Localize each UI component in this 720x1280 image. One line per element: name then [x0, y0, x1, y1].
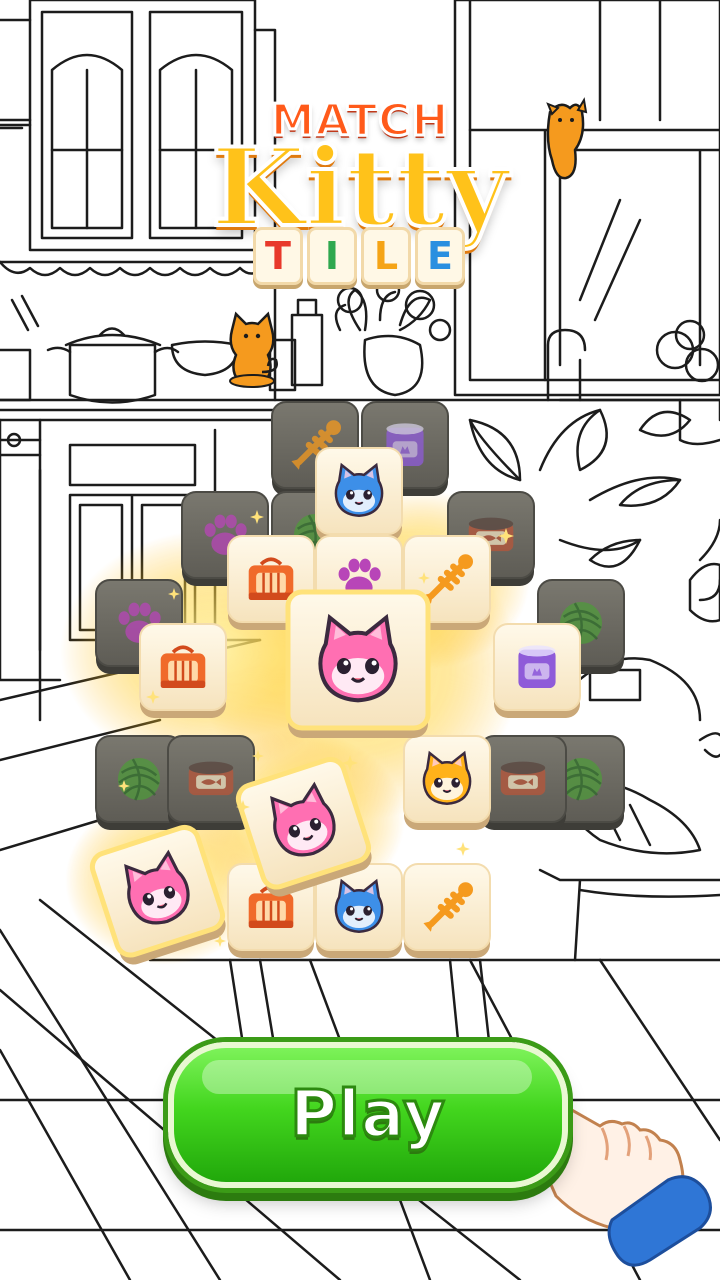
cat-food-can-icon: [518, 645, 556, 689]
orange-cat-counter-icon: [229, 311, 278, 388]
tile-pink-cat[interactable]: [285, 589, 431, 738]
logo-tile-text: T I L E: [252, 227, 466, 291]
logo-tile-letter-e: E: [415, 227, 465, 285]
tile-orange-cat[interactable]: [403, 735, 491, 830]
play-button-label: Play: [289, 1077, 447, 1154]
tile-fish-bone[interactable]: [403, 863, 491, 958]
logo-tile-letter-l: L: [361, 227, 411, 285]
logo-tile-letter-t: T: [253, 227, 303, 285]
fish-can-icon: [500, 761, 546, 796]
orange-cat-hanging-icon: [546, 97, 588, 180]
tile-board: [89, 401, 625, 965]
logo-tile-letter-i: I: [307, 227, 357, 285]
tile-blue-cat[interactable]: [315, 447, 403, 542]
yarn-ball-icon: [116, 756, 162, 802]
fish-can-icon: [188, 761, 234, 796]
game-logo: MATCH Kitty T I L E: [200, 94, 520, 305]
tile-cat-food-can[interactable]: [493, 623, 581, 718]
tile-pet-carrier[interactable]: [139, 623, 227, 718]
tile-fish-can[interactable]: [479, 735, 567, 830]
play-button[interactable]: Play: [168, 1042, 568, 1188]
